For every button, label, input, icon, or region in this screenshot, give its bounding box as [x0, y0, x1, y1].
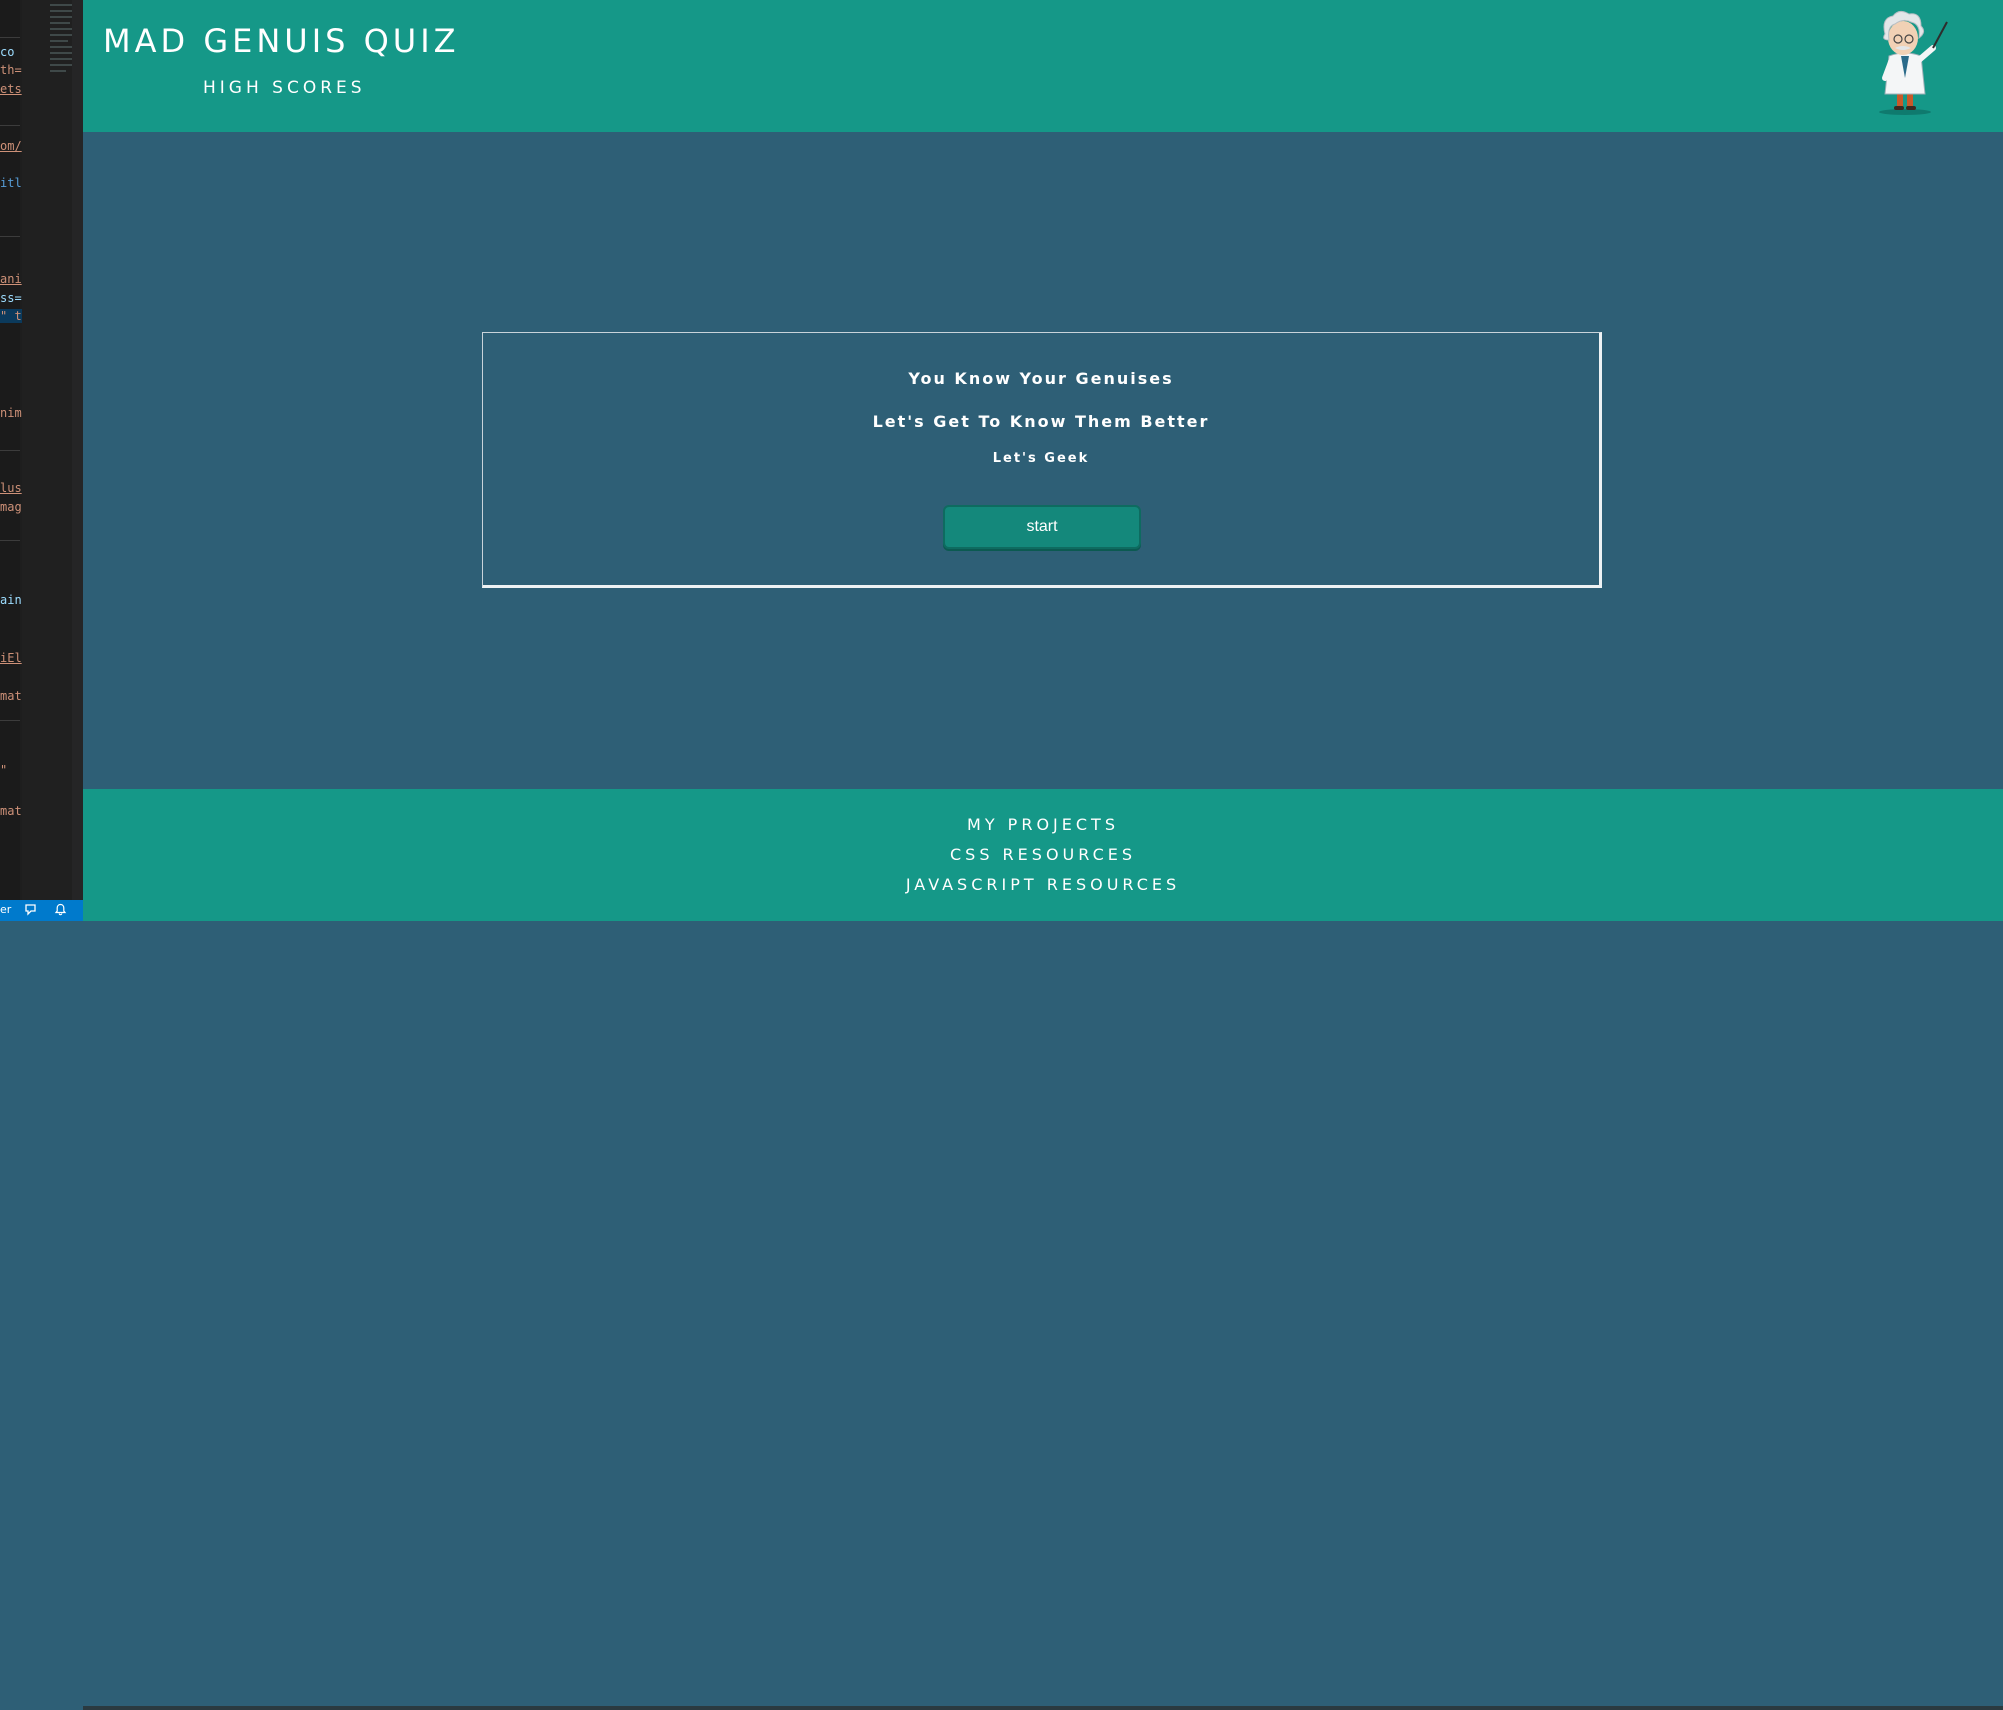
quiz-subheading: Let's Get To Know Them Better [872, 412, 1210, 431]
code-fragment: th= [0, 63, 22, 77]
bell-icon[interactable] [54, 903, 67, 919]
code-fragment: itl [0, 176, 22, 190]
footer-link-javascript-resources[interactable]: JAVASCRIPT RESOURCES [83, 875, 2003, 894]
site-title: MAD GENUIS QUIZ [103, 22, 460, 60]
editor-status-bar: er [0, 900, 83, 921]
code-fragment: mat [0, 689, 22, 703]
mad-scientist-mascot-icon [1879, 10, 1948, 115]
code-fragment: lus [0, 481, 22, 495]
footer-link-my-projects[interactable]: MY PROJECTS [83, 815, 2003, 834]
editor-minimap[interactable] [22, 0, 83, 900]
code-fragment: ss= [0, 291, 22, 305]
code-fragment: mag [0, 500, 22, 514]
code-fragment: ani [0, 272, 22, 286]
quiz-heading: You Know Your Genuises [908, 369, 1174, 388]
start-button[interactable]: start [943, 505, 1141, 549]
quiz-tagline: Let's Geek [992, 451, 1090, 466]
taskbar-edge [83, 1706, 2003, 1710]
code-fragment: " t [0, 309, 22, 323]
code-fragment: mat [0, 804, 22, 818]
site-header: MAD GENUIS QUIZ HIGH SCORES [83, 0, 2003, 132]
code-fragment: om/ [0, 139, 22, 153]
editor-scrollbar[interactable] [72, 0, 83, 900]
site-footer: MY PROJECTS CSS RESOURCES JAVASCRIPT RES… [83, 789, 2003, 1710]
remote-icon[interactable] [24, 903, 37, 919]
status-text: er [0, 903, 12, 916]
web-page: MAD GENUIS QUIZ HIGH SCORES You Know You… [83, 0, 2003, 1710]
code-fragment: " [0, 763, 8, 777]
code-editor-panel: co th= ets om/ itl ani ss= " t nim lus m… [0, 0, 83, 900]
code-fragment: co [0, 45, 15, 59]
quiz-area: You Know Your Genuises Let's Get To Know… [83, 132, 2003, 789]
quiz-start-card: You Know Your Genuises Let's Get To Know… [482, 332, 1602, 588]
code-fragment: iEl [0, 651, 22, 665]
footer-link-css-resources[interactable]: CSS RESOURCES [83, 845, 2003, 864]
code-fragment: nim [0, 406, 22, 420]
code-fragment: ain [0, 593, 22, 607]
high-scores-link[interactable]: HIGH SCORES [203, 78, 366, 98]
code-fragment: ets [0, 82, 22, 96]
